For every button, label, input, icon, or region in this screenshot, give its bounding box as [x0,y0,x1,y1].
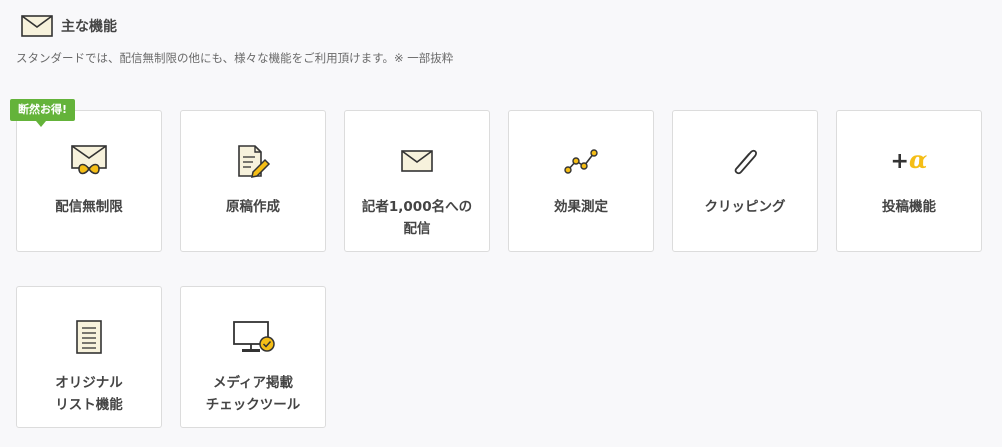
feature-label: メディア掲載 チェックツール [205,375,301,413]
list-document-icon [17,319,161,355]
line-chart-icon [509,143,653,179]
plus-symbol: + [890,149,909,174]
envelope-icon [21,15,53,37]
feature-card-media-check: メディア掲載 チェックツール [180,286,326,428]
alpha-symbol: α [908,145,928,174]
feature-card-original-list: オリジナル リスト機能 [16,286,162,428]
feature-card-analytics: 効果測定 [508,110,654,252]
feature-card-posting: +α 投稿機能 [836,110,982,252]
feature-label: 投稿機能 [882,199,936,215]
feature-label: 原稿作成 [226,199,280,215]
feature-card-unlimited-delivery: 配信無制限 [16,110,162,252]
feature-label: オリジナル リスト機能 [55,375,123,413]
paperclip-icon [673,143,817,179]
best-value-badge: 断然お得! [10,99,76,127]
envelope-icon [345,143,489,179]
feature-label: 記者1,000名への 配信 [361,199,473,237]
monitor-check-icon [181,319,325,355]
envelope-infinity-icon [17,143,161,179]
document-pen-icon [181,143,325,179]
section-description: スタンダードでは、配信無制限の他にも、様々な機能をご利用頂けます。※ 一部抜粋 [16,51,454,65]
section-title: 主な機能 [61,19,117,35]
feature-card-journalist-delivery: 記者1,000名への 配信 [344,110,490,252]
feature-label: 配信無制限 [55,199,123,215]
feature-card-draft-creation: 原稿作成 [180,110,326,252]
feature-card-clipping: クリッピング [672,110,818,252]
plus-alpha-icon: +α [837,143,981,179]
section-header: 主な機能 [21,14,117,38]
feature-label: 効果測定 [554,199,608,215]
feature-label: クリッピング [704,199,786,215]
